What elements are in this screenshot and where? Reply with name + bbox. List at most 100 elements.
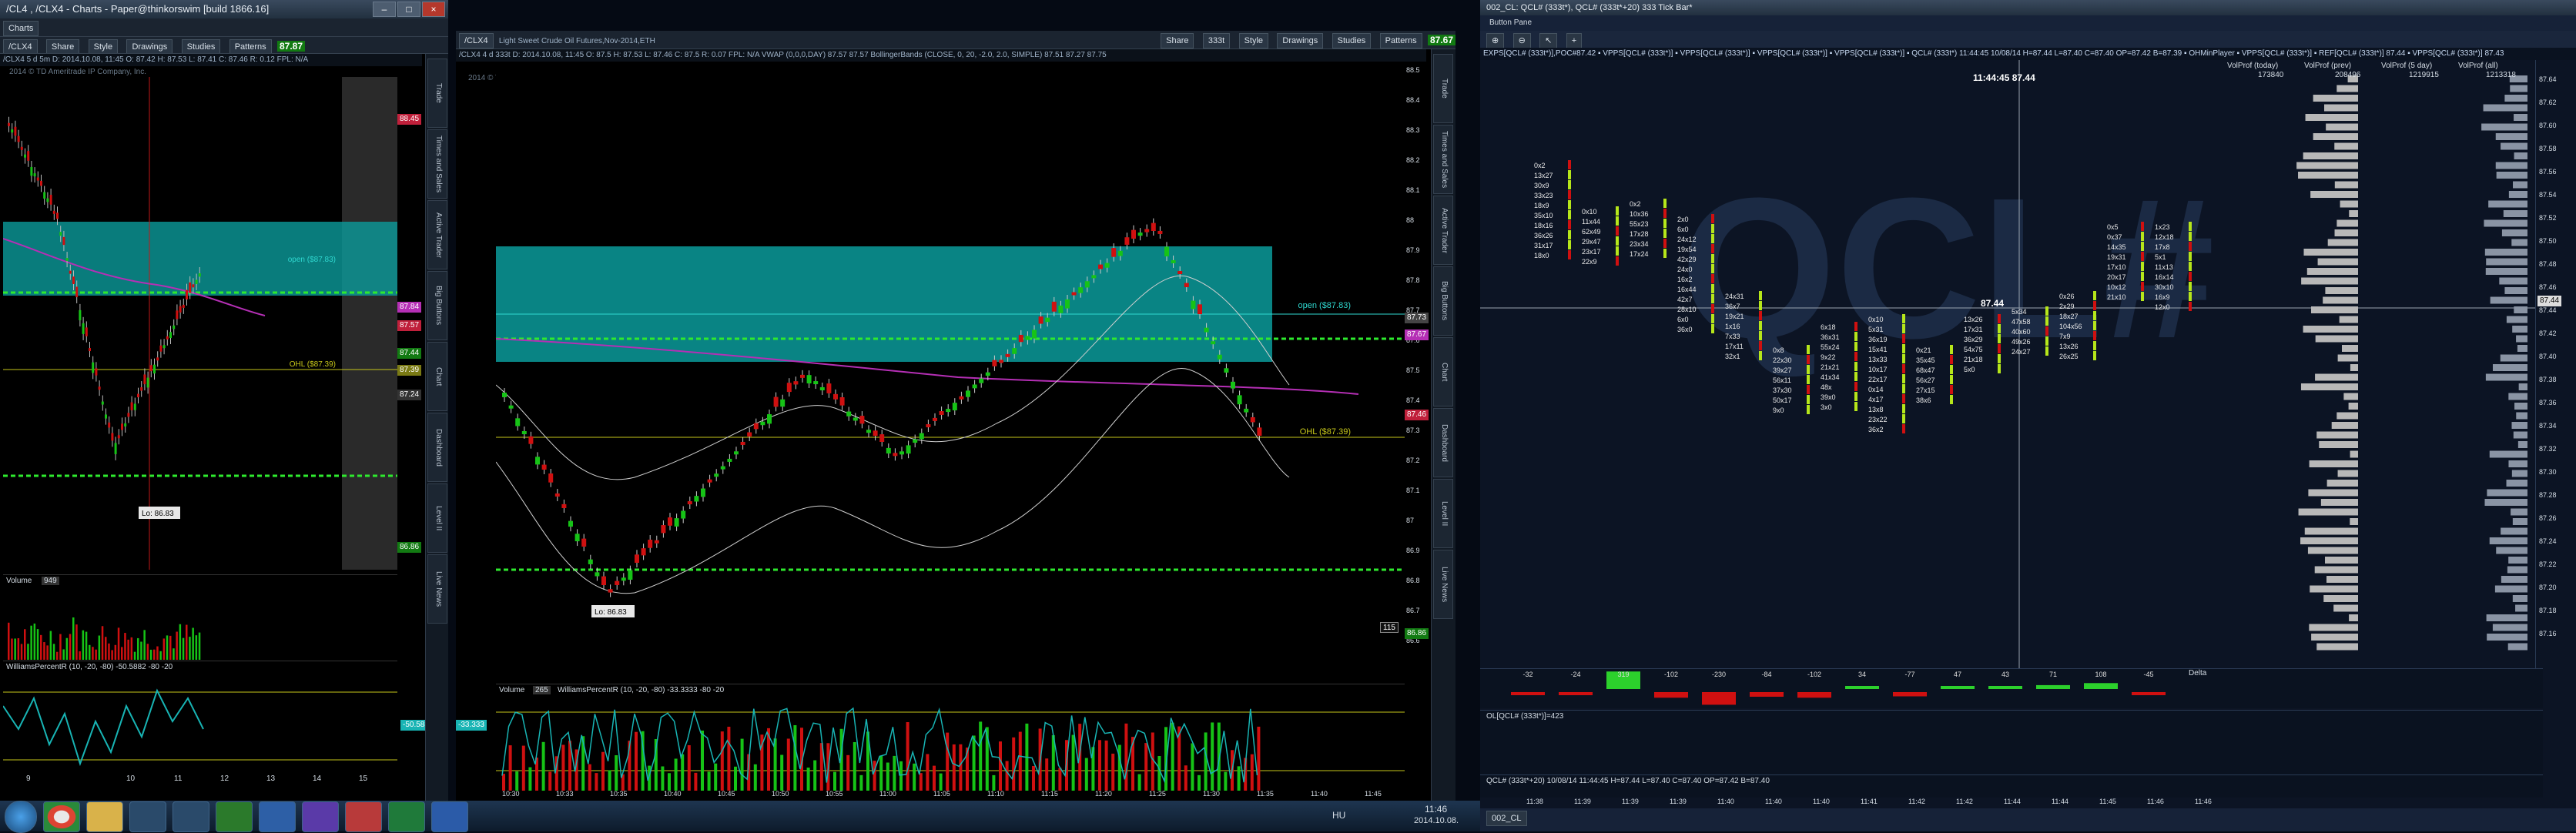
zoom-out-icon[interactable]: ⊖ xyxy=(1512,33,1531,49)
footprint-cell: 42x29 xyxy=(1677,256,1697,263)
language-indicator[interactable]: HU xyxy=(1332,810,1345,821)
y-tick: 87.36 xyxy=(2539,399,2557,406)
candle xyxy=(687,501,692,505)
candle xyxy=(786,383,792,393)
style-menu[interactable]: Style xyxy=(88,39,119,53)
side-tab[interactable]: Active Trader xyxy=(427,200,447,269)
app-icon[interactable] xyxy=(259,801,296,832)
candle xyxy=(701,488,705,497)
studies-menu[interactable]: Studies xyxy=(181,39,221,53)
zoom-in-icon[interactable]: ⊕ xyxy=(1486,33,1505,49)
minimize-button[interactable]: – xyxy=(373,2,396,17)
volume-profile-bar xyxy=(2501,527,2527,535)
volume-bar xyxy=(1250,754,1254,791)
side-tab[interactable]: Level II xyxy=(1433,479,1453,548)
side-tab[interactable]: Times and Sales xyxy=(1433,125,1453,194)
share-button[interactable]: Share xyxy=(45,39,80,53)
y-tick: 87 xyxy=(1406,517,1415,524)
footprint-cell: 54x75 xyxy=(1964,346,1983,353)
start-button[interactable] xyxy=(5,801,37,833)
drawings-menu[interactable]: Drawings xyxy=(1277,33,1324,49)
candle xyxy=(1144,229,1150,233)
patterns-menu[interactable]: Patterns xyxy=(229,39,272,53)
footprint-cell: 39x27 xyxy=(1773,366,1792,374)
sheet-tab[interactable]: 002_CL xyxy=(1486,811,1527,826)
volume-profile-bar xyxy=(2501,229,2527,236)
side-tab[interactable]: Chart xyxy=(427,342,447,411)
app-icon[interactable] xyxy=(173,801,209,832)
volume-bar xyxy=(24,629,26,660)
volume-bar xyxy=(668,773,671,791)
footprint-header: EXPS[QCL# (333t*)],POC#87.42 ▪ VPPS[QCL#… xyxy=(1480,48,2576,60)
footprint-cell: 0x37 xyxy=(2107,233,2122,241)
footprint-bar xyxy=(1950,365,1953,374)
price-tag: 87.24 xyxy=(397,390,422,400)
clock-date[interactable]: 2014.10.08. xyxy=(1414,816,1459,825)
footprint-bar xyxy=(1902,384,1905,393)
price-chart-middle[interactable]: open ($87.83) OHL ($87.39) Lo: 86.83 xyxy=(496,62,1405,677)
chrome-icon[interactable] xyxy=(43,801,80,832)
close-button[interactable]: × xyxy=(422,2,445,17)
volume-profile-bar xyxy=(2490,296,2527,304)
volume-bar xyxy=(140,641,142,660)
volume-profile-bar xyxy=(2316,643,2358,651)
open-label: open ($87.83) xyxy=(288,256,336,264)
volume-profile-bar xyxy=(2336,85,2358,92)
clock-time[interactable]: 11:46 xyxy=(1425,804,1447,815)
cursor-icon[interactable]: ↖ xyxy=(1539,33,1558,49)
volume-profile-bar xyxy=(2496,172,2527,179)
studies-menu[interactable]: Studies xyxy=(1332,33,1372,49)
charts-tab[interactable]: Charts xyxy=(3,21,39,36)
share-button[interactable]: Share xyxy=(1161,33,1194,49)
footprint-bar xyxy=(2141,292,2144,301)
y-tick: 87.56 xyxy=(2539,168,2557,176)
candle xyxy=(866,430,871,433)
drawings-menu[interactable]: Drawings xyxy=(126,39,173,53)
app-icon[interactable] xyxy=(345,801,382,832)
side-tab[interactable]: Live News xyxy=(1433,550,1453,619)
side-tab[interactable]: Level II xyxy=(427,483,447,553)
symbol-field[interactable]: /CLX4 xyxy=(459,33,494,49)
side-tab[interactable]: Big Buttons xyxy=(427,271,447,340)
candle xyxy=(654,540,659,544)
aggregation-selector[interactable]: 333t xyxy=(1202,33,1231,49)
excel-icon[interactable] xyxy=(388,801,425,832)
volume-bar xyxy=(806,768,810,791)
app-icon[interactable] xyxy=(216,801,253,832)
price-chart-left[interactable]: open ($87.83) OHL ($87.39) Lo: 86.83 xyxy=(3,77,397,570)
footprint-cell: 36x0 xyxy=(1677,326,1693,333)
patterns-menu[interactable]: Patterns xyxy=(1379,33,1422,49)
candle xyxy=(720,466,725,470)
delta-value: -24 xyxy=(1570,671,1580,678)
maximize-button[interactable]: □ xyxy=(397,2,420,17)
side-tab[interactable]: Dashboard xyxy=(1433,408,1453,477)
volume-bar xyxy=(740,738,744,791)
side-tab[interactable]: Chart xyxy=(1433,337,1453,406)
style-menu[interactable]: Style xyxy=(1238,33,1269,49)
app-icon[interactable] xyxy=(129,801,166,832)
volume-profile-bar xyxy=(2514,152,2527,159)
side-tab[interactable]: Dashboard xyxy=(427,413,447,482)
side-tab[interactable]: Trade xyxy=(427,59,447,128)
williams-label: WilliamsPercentR (10, -20, -80) -33.3333… xyxy=(558,686,725,694)
footprint-cell: 12x0 xyxy=(2155,303,2170,311)
button-pane-label[interactable]: Button Pane xyxy=(1489,18,1532,27)
app-icon[interactable] xyxy=(302,801,339,832)
explorer-icon[interactable] xyxy=(86,801,123,832)
side-tab[interactable]: Trade xyxy=(1433,54,1453,123)
volume-bar xyxy=(111,650,113,660)
footprint-chart[interactable]: QCL# 87.44 0x213x2730x933x2318x935x1018x… xyxy=(1480,60,2543,668)
x-tick: 11:40 xyxy=(1717,798,1734,805)
y-tick: 86.8 xyxy=(1406,577,1420,584)
side-tab[interactable]: Times and Sales xyxy=(427,129,447,199)
side-panel-left: Trade Times and Sales Active Trader Big … xyxy=(425,54,448,801)
side-tab[interactable]: Big Buttons xyxy=(1433,266,1453,336)
candle xyxy=(1091,275,1097,279)
crosshair-icon[interactable]: + xyxy=(1566,33,1583,49)
symbol-field[interactable]: /CLX4 xyxy=(3,39,38,53)
side-tab[interactable]: Live News xyxy=(427,554,447,624)
y-tick: 87.64 xyxy=(2539,75,2557,83)
word-icon[interactable] xyxy=(431,801,468,832)
candle xyxy=(780,399,786,407)
side-tab[interactable]: Active Trader xyxy=(1433,196,1453,265)
